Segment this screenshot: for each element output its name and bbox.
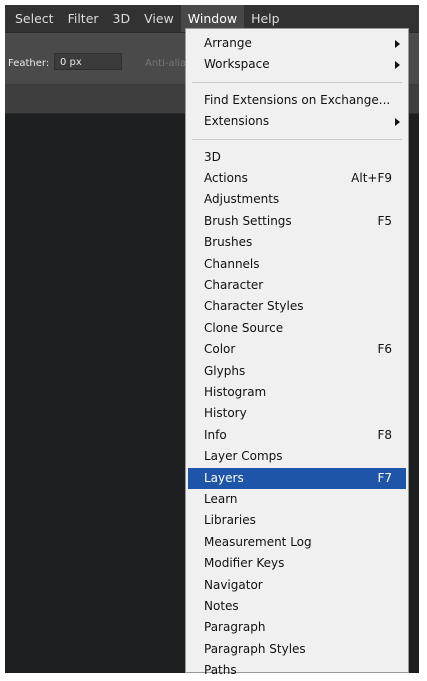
menu-item-label: Layers (204, 470, 244, 485)
menu-item-character[interactable]: Character (188, 275, 406, 296)
menu-item-label: History (204, 406, 247, 421)
menu-item-label: Glyphs (204, 363, 246, 378)
menu-item-label: Color (204, 342, 236, 357)
menu-item-navigator[interactable]: Navigator (188, 575, 406, 596)
menu-item-libraries[interactable]: Libraries (188, 510, 406, 531)
menu-item-paragraph[interactable]: Paragraph (188, 617, 406, 638)
menu-item-shortcut: Alt+F9 (351, 171, 392, 185)
menu-view[interactable]: View (137, 5, 181, 32)
menu-item-layer-comps[interactable]: Layer Comps (188, 446, 406, 467)
menu-item-clone-source[interactable]: Clone Source (188, 318, 406, 339)
menu-item-histogram[interactable]: Histogram (188, 382, 406, 403)
menu-item-label: Arrange (204, 36, 252, 50)
menu-item-label: Histogram (204, 385, 267, 399)
menu-item-label: Paragraph Styles (204, 641, 306, 656)
menu-item-measurement-log[interactable]: Measurement Log (188, 532, 406, 553)
menu-item-layers[interactable]: Layers F7 (188, 467, 406, 489)
menu-item-paragraph-styles[interactable]: Paragraph Styles (188, 639, 406, 660)
menu-item-label: Modifier Keys (204, 556, 285, 571)
menu-item-label: Notes (204, 599, 239, 613)
menu-item-shortcut: F6 (377, 342, 392, 357)
menu-item-label: Brushes (204, 235, 253, 250)
menu-item-shortcut: F7 (377, 470, 392, 485)
menu-item-brush-settings[interactable]: Brush Settings F5 (188, 211, 406, 232)
menu-item-arrange[interactable]: Arrange (188, 33, 406, 54)
menu-item-label: Navigator (204, 577, 263, 592)
menu-separator (192, 138, 402, 140)
menu-item-label: Character (204, 278, 264, 292)
menu-item-label: Learn (204, 492, 238, 506)
menu-item-character-styles[interactable]: Character Styles (188, 296, 406, 317)
menu-item-3d[interactable]: 3D (188, 147, 406, 168)
menu-item-brushes[interactable]: Brushes (188, 232, 406, 253)
menu-item-label: Layer Comps (204, 449, 283, 464)
menu-item-find-extensions-on-exchange[interactable]: Find Extensions on Exchange... (188, 90, 406, 111)
menu-item-notes[interactable]: Notes (188, 596, 406, 617)
menu-item-learn[interactable]: Learn (188, 489, 406, 510)
menu-item-label: Paragraph (204, 620, 266, 635)
menu-select[interactable]: Select (5, 5, 61, 32)
menu-item-label: Character Styles (204, 299, 304, 314)
menu-item-adjustments[interactable]: Adjustments (188, 189, 406, 210)
menu-item-extensions[interactable]: Extensions (188, 111, 406, 132)
menu-item-shortcut: F5 (377, 213, 392, 228)
menu-item-label: Libraries (204, 513, 256, 528)
menu-item-workspace[interactable]: Workspace (188, 54, 406, 75)
window-menu-dropdown: Arrange Workspace Find Extensions on Excha… (185, 28, 409, 677)
menu-item-history[interactable]: History (188, 403, 406, 424)
menu-item-label: Info (204, 427, 227, 442)
feather-label: Feather: (8, 58, 50, 69)
menu-item-label: Adjustments (204, 192, 280, 207)
menu-item-label: Brush Settings (204, 213, 292, 228)
submenu-arrow-icon (395, 118, 400, 127)
menu-item-label: Workspace (204, 57, 270, 72)
feather-input[interactable]: 0 px (54, 53, 122, 70)
menu-item-label: Find Extensions on Exchange... (204, 92, 391, 107)
menu-item-label: Paths (204, 663, 237, 678)
submenu-arrow-icon (395, 61, 400, 70)
menu-item-label: Extensions (204, 114, 270, 129)
menu-3d[interactable]: 3D (106, 5, 138, 32)
menu-filter[interactable]: Filter (61, 5, 106, 32)
menu-item-actions[interactable]: Actions Alt+F9 (188, 168, 406, 189)
submenu-arrow-icon (395, 40, 400, 48)
menu-item-label: Measurement Log (204, 534, 312, 549)
menu-item-shortcut: F8 (377, 427, 392, 442)
menu-item-color[interactable]: Color F6 (188, 339, 406, 360)
menu-item-info[interactable]: Info F8 (188, 425, 406, 446)
menu-item-label: 3D (204, 149, 221, 164)
menu-item-label: Channels (204, 256, 260, 271)
menu-item-label: Actions (204, 171, 248, 185)
menu-item-channels[interactable]: Channels (188, 254, 406, 275)
menu-item-glyphs[interactable]: Glyphs (188, 361, 406, 382)
menu-separator (192, 81, 402, 83)
menu-item-modifier-keys[interactable]: Modifier Keys (188, 553, 406, 574)
menu-item-label: Clone Source (204, 320, 284, 335)
